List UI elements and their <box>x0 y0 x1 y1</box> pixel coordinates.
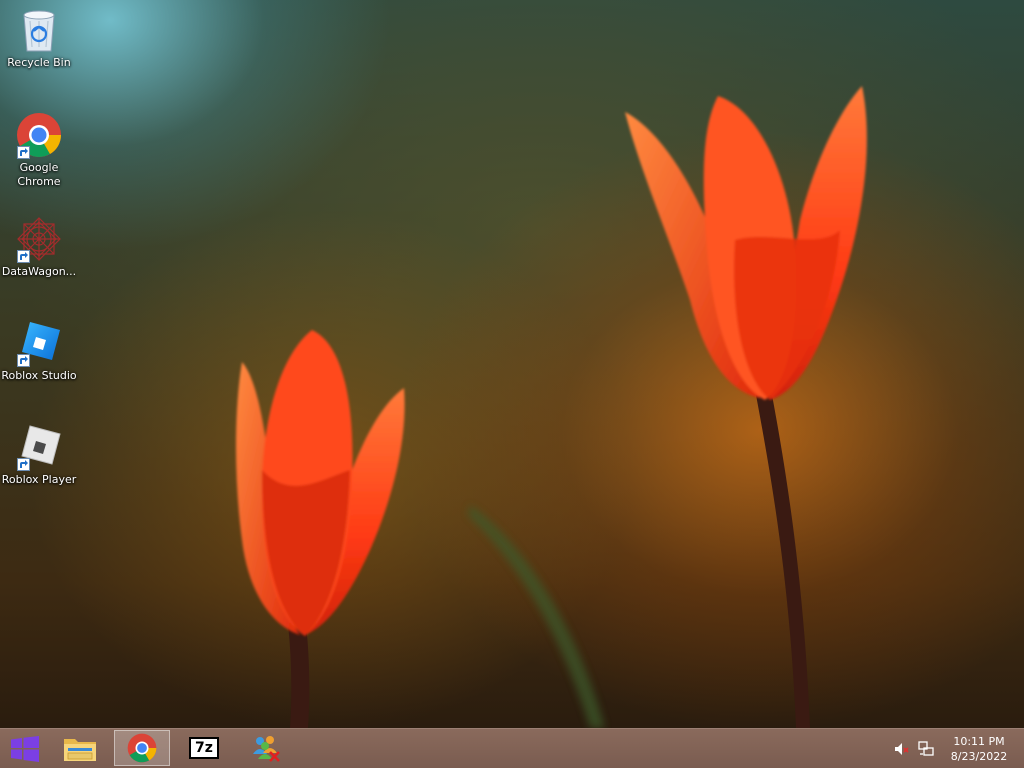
taskbar-7zip-button[interactable]: 7z <box>176 730 232 766</box>
taskbar-clock[interactable]: 10:11 PM 8/23/2022 <box>948 734 1010 764</box>
clock-date: 8/23/2022 <box>950 750 1008 763</box>
7zip-icon: 7z <box>189 737 219 759</box>
desktop-icon-label: Google Chrome <box>17 161 61 188</box>
windows-logo-icon <box>11 736 39 762</box>
tulip-wallpaper-art <box>236 86 867 728</box>
desktop-icon-label: Recycle Bin <box>7 56 71 69</box>
desktop-icon-roblox-player[interactable]: Roblox Player <box>0 423 78 487</box>
start-button[interactable] <box>0 729 50 768</box>
volume-muted-icon[interactable] <box>894 741 910 757</box>
chrome-icon <box>15 111 63 159</box>
shortcut-arrow-icon <box>17 354 30 367</box>
taskbar-network-people-button[interactable] <box>238 730 294 766</box>
file-explorer-icon <box>64 739 96 761</box>
desktop-wallpaper: Recycle Bin Google Chrome DataWagon... R… <box>0 0 1024 728</box>
desktop-icon-label: DataWagon... <box>1 265 77 278</box>
taskbar: 7z 10:11 PM 8/23/2022 <box>0 728 1024 768</box>
desktop-icon-google-chrome[interactable]: Google Chrome <box>0 111 78 189</box>
roblox-studio-icon <box>15 319 63 367</box>
recycle-bin-icon <box>15 6 63 54</box>
7zip-icon-text: 7z <box>195 740 213 756</box>
clock-time: 10:11 PM <box>953 735 1005 748</box>
datawagon-icon <box>15 215 63 263</box>
network-people-icon <box>253 736 280 762</box>
shortcut-arrow-icon <box>17 250 30 263</box>
network-icon[interactable] <box>918 741 934 757</box>
taskbar-file-explorer-button[interactable] <box>52 730 108 766</box>
shortcut-arrow-icon <box>17 458 30 471</box>
desktop-icon-label: Roblox Studio <box>1 369 77 382</box>
roblox-player-icon <box>15 423 63 471</box>
chrome-icon <box>127 733 157 763</box>
system-tray: 10:11 PM 8/23/2022 <box>884 729 1024 768</box>
desktop-icon-recycle-bin[interactable]: Recycle Bin <box>0 6 78 70</box>
desktop-icon-datawagon[interactable]: DataWagon... <box>0 215 78 279</box>
taskbar-chrome-button[interactable] <box>114 730 170 766</box>
desktop-icon-roblox-studio[interactable]: Roblox Studio <box>0 319 78 383</box>
shortcut-arrow-icon <box>17 146 30 159</box>
desktop-icon-label: Roblox Player <box>1 473 77 486</box>
